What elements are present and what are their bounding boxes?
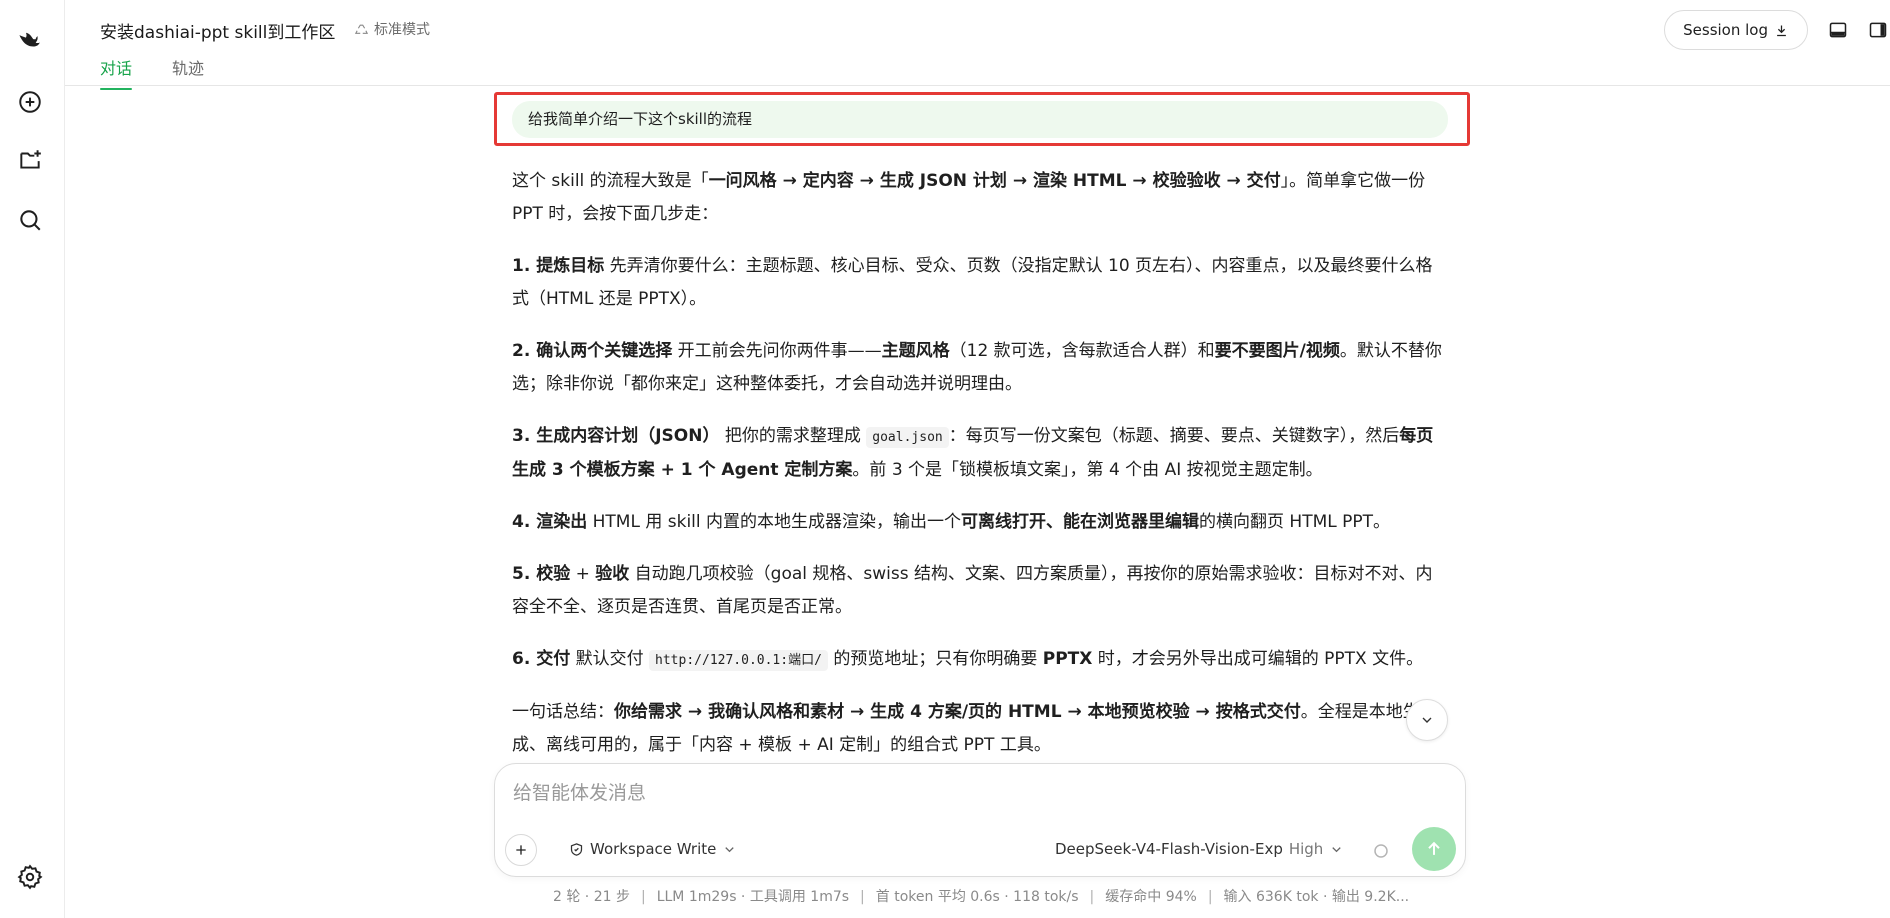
- attach-button[interactable]: [505, 834, 537, 866]
- loading-icon: [1374, 844, 1388, 858]
- left-rail: [0, 0, 65, 918]
- mode-label: 标准模式: [374, 22, 430, 38]
- plus-icon: [516, 845, 526, 855]
- new-chat-icon[interactable]: [16, 88, 44, 116]
- mode-badge[interactable]: 标准模式: [354, 19, 430, 39]
- answer-step-6: 6. 交付 默认交付 http://127.0.0.1:端口/ 的预览地址；只有…: [512, 649, 1424, 671]
- user-message: 给我简单介绍一下这个skill的流程: [512, 101, 1448, 138]
- answer-step-1: 1. 提炼目标 先弄清你要什么：主题标题、核心目标、受众、页数（没指定默认 10…: [512, 256, 1433, 309]
- usage-stats: 2 轮 · 21 步 | LLM 1m29s · 工具调用 1m7s | 首 token…: [553, 889, 1410, 905]
- header: 安装dashiai-ppt skill到工作区 标准模式 对话 轨迹 Sessi…: [65, 0, 1890, 90]
- stats-llm: LLM 1m29s · 工具调用 1m7s: [656, 889, 850, 905]
- reasoning-level: High: [1288, 840, 1324, 858]
- arrow-up-icon: [1428, 841, 1440, 855]
- shield-icon: [570, 842, 583, 856]
- permission-label: Workspace Write: [590, 840, 717, 858]
- chevron-down-icon: [1422, 717, 1432, 723]
- settings-icon[interactable]: [16, 863, 44, 891]
- answer-step-4: 4. 渲染出 HTML 用 skill 内置的本地生成器渲染，输出一个可离线打开…: [512, 512, 1391, 532]
- page-title: 安装dashiai-ppt skill到工作区: [100, 23, 336, 43]
- answer-step-5: 5. 校验 + 验收 自动跑几项校验（goal 规格、swiss 结构、文案、四…: [512, 564, 1433, 617]
- code-preview-url: http://127.0.0.1:端口/: [649, 650, 828, 671]
- stats-io: 输入 636K tok · 输出 9.2K...: [1223, 889, 1410, 905]
- tab-bar: 对话 轨迹: [100, 55, 204, 90]
- session-log-button[interactable]: Session log: [1664, 10, 1808, 50]
- tab-conversation[interactable]: 对话: [100, 55, 133, 90]
- tab-trace[interactable]: 轨迹: [172, 55, 204, 89]
- model-dropdown[interactable]: DeepSeek-V4-Flash-Vision-Exp High: [1055, 840, 1344, 858]
- send-button[interactable]: [1412, 827, 1456, 871]
- panel-bottom-icon[interactable]: [1828, 20, 1848, 40]
- panel-right-icon[interactable]: [1868, 20, 1888, 40]
- stats-first-token: 首 token 平均 0.6s · 118 tok/s: [875, 889, 1079, 905]
- assistant-answer: 这个 skill 的流程大致是「一问风格 → 定内容 → 生成 JSON 计划 …: [512, 165, 1448, 781]
- session-log-label: Session log: [1683, 21, 1768, 39]
- model-label: DeepSeek-V4-Flash-Vision-Exp: [1055, 840, 1283, 858]
- download-icon: [1777, 25, 1786, 36]
- new-project-icon[interactable]: [16, 146, 44, 174]
- scroll-to-bottom-button[interactable]: [1406, 699, 1448, 741]
- search-icon[interactable]: [16, 206, 44, 234]
- answer-step-3: 3. 生成内容计划（JSON） 把你的需求整理成 goal.json ：每页写一份…: [512, 426, 1434, 480]
- answer-summary: 一句话总结：你给需求 → 我确认风格和素材 → 生成 4 方案/页的 HTML …: [512, 702, 1420, 755]
- stats-turns: 2 轮 · 21 步: [553, 889, 630, 905]
- chevron-down-icon: [1332, 846, 1342, 852]
- stats-cache: 缓存命中 94%: [1105, 889, 1197, 905]
- answer-step-2: 2. 确认两个关键选择 开工前会先问你两件事——主题风格（12 款可选，含每款适…: [512, 341, 1442, 394]
- logo-icon[interactable]: [16, 26, 44, 54]
- permission-dropdown[interactable]: Workspace Write: [569, 840, 737, 858]
- message-input[interactable]: [513, 778, 1413, 808]
- answer-intro: 这个 skill 的流程大致是「一问风格 → 定内容 → 生成 JSON 计划 …: [512, 171, 1426, 224]
- composer: Workspace Write DeepSeek-V4-Flash-Vision…: [494, 763, 1466, 877]
- chevron-down-icon: [725, 846, 735, 852]
- recycle-icon: [354, 24, 369, 34]
- code-goal-json: goal.json: [866, 427, 949, 448]
